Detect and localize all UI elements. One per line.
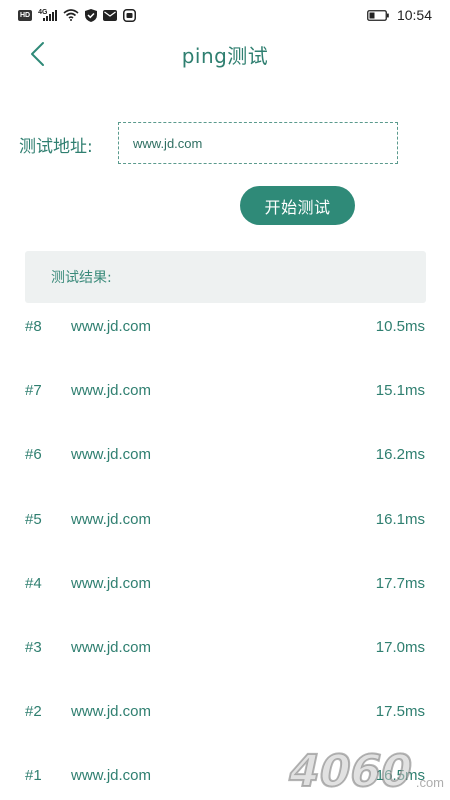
result-index: #6 bbox=[25, 446, 42, 464]
result-host: www.jd.com bbox=[71, 767, 152, 785]
results-header: 测试结果: bbox=[25, 251, 426, 303]
page-title: ping测试 bbox=[181, 44, 269, 68]
result-host: www.jd.com bbox=[71, 318, 152, 335]
wifi-icon bbox=[63, 9, 79, 21]
result-time: 15.1ms bbox=[375, 382, 425, 400]
result-index: #2 bbox=[25, 703, 42, 721]
result-time: 17.7ms bbox=[375, 574, 425, 592]
mail-icon bbox=[103, 9, 118, 21]
result-time: 17.0ms bbox=[375, 638, 425, 656]
table-row: #8 www.jd.com 10.5ms bbox=[0, 303, 450, 367]
hd-badge-icon: HD bbox=[18, 9, 33, 21]
result-index: #3 bbox=[25, 638, 42, 656]
table-row: #1 www.jd.com 16.5ms bbox=[0, 752, 450, 800]
table-row: #5 www.jd.com 16.1ms bbox=[0, 496, 450, 560]
result-host: www.jd.com bbox=[71, 703, 152, 721]
result-host: www.jd.com bbox=[71, 382, 152, 400]
start-test-button[interactable]: 开始测试 bbox=[240, 186, 355, 225]
results-list: #8 www.jd.com 10.5ms #7 www.jd.com 15.1m… bbox=[0, 303, 450, 800]
result-time: 17.5ms bbox=[375, 703, 425, 721]
result-time: 16.5ms bbox=[375, 767, 425, 785]
shield-icon bbox=[85, 8, 98, 22]
address-label: 测试地址: bbox=[19, 137, 93, 157]
ping-test-screen: HD 4G 10:54 ping测试 测试地址: www.jd.com 开始测试… bbox=[0, 0, 450, 800]
battery-icon bbox=[367, 9, 389, 21]
result-index: #5 bbox=[25, 510, 42, 528]
table-row: #7 www.jd.com 15.1ms bbox=[0, 367, 450, 431]
status-time: 10:54 bbox=[396, 7, 432, 23]
status-bar-left: HD 4G bbox=[18, 8, 137, 22]
status-bar: HD 4G 10:54 bbox=[0, 0, 450, 30]
results-header-label: 测试结果: bbox=[51, 270, 112, 286]
result-time: 16.1ms bbox=[375, 510, 425, 528]
status-bar-right: 10:54 bbox=[367, 7, 432, 23]
result-index: #4 bbox=[25, 574, 42, 592]
result-host: www.jd.com bbox=[71, 574, 152, 592]
table-row: #2 www.jd.com 17.5ms bbox=[0, 688, 450, 752]
camera-app-icon bbox=[123, 8, 137, 22]
result-index: #7 bbox=[25, 382, 42, 400]
result-host: www.jd.com bbox=[71, 510, 152, 528]
address-input[interactable] bbox=[118, 122, 398, 164]
result-time: 10.5ms bbox=[375, 318, 425, 335]
app-header: ping测试 bbox=[0, 30, 450, 78]
result-host: www.jd.com bbox=[71, 638, 152, 656]
result-index: #1 bbox=[25, 767, 42, 785]
table-row: #3 www.jd.com 17.0ms bbox=[0, 624, 450, 688]
signal-icon: 4G bbox=[38, 9, 58, 22]
result-host: www.jd.com bbox=[71, 446, 152, 464]
result-index: #8 bbox=[25, 318, 42, 335]
result-time: 16.2ms bbox=[375, 446, 425, 464]
table-row: #6 www.jd.com 16.2ms bbox=[0, 431, 450, 495]
table-row: #4 www.jd.com 17.7ms bbox=[0, 560, 450, 624]
